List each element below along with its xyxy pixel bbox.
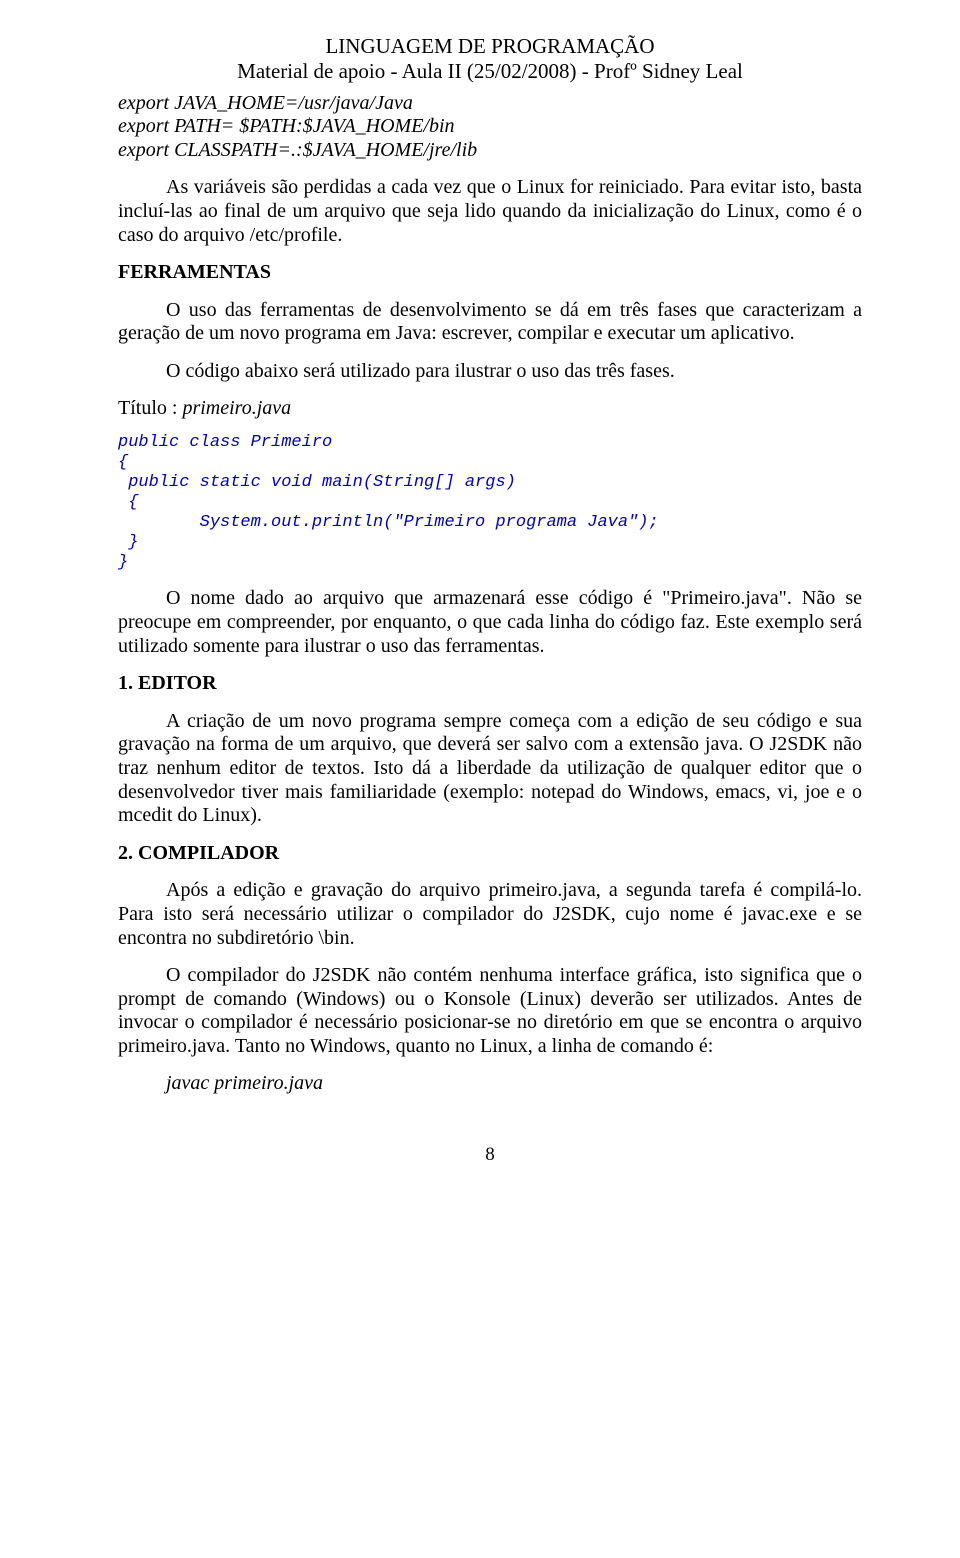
heading-editor: 1. EDITOR: [118, 672, 862, 696]
title-prefix: Título :: [118, 397, 182, 419]
code-line-4: {: [118, 493, 138, 512]
code-block: public class Primeiro { public static vo…: [118, 433, 862, 573]
paragraph-env: As variáveis são perdidas a cada vez que…: [118, 176, 862, 247]
code-line-7: }: [118, 553, 128, 572]
code-line-6: }: [118, 533, 138, 552]
env-line-2: export PATH= $PATH:$JAVA_HOME/bin: [118, 115, 862, 139]
code-line-2: {: [118, 453, 128, 472]
command-line: javac primeiro.java: [166, 1072, 862, 1096]
heading-compilador: 2. COMPILADOR: [118, 842, 862, 866]
env-line-3: export CLASSPATH=.:$JAVA_HOME/jre/lib: [118, 139, 862, 163]
paragraph-compilador-2: O compilador do J2SDK não contém nenhuma…: [118, 964, 862, 1058]
env-block: export JAVA_HOME=/usr/java/Java export P…: [118, 92, 862, 163]
document-header: LINGUAGEM DE PROGRAMAÇÃO Material de apo…: [118, 34, 862, 84]
code-line-1: public class Primeiro: [118, 433, 332, 452]
paragraph-editor: A criação de um novo programa sempre com…: [118, 710, 862, 828]
paragraph-ferramentas-2: O código abaixo será utilizado para ilus…: [118, 360, 862, 384]
header-title: LINGUAGEM DE PROGRAMAÇÃO: [118, 34, 862, 59]
heading-ferramentas: FERRAMENTAS: [118, 261, 862, 285]
code-title: Título : primeiro.java: [118, 397, 862, 421]
code-line-3: public static void main(String[] args): [118, 473, 516, 492]
paragraph-nome: O nome dado ao arquivo que armazenará es…: [118, 587, 862, 658]
env-line-1: export JAVA_HOME=/usr/java/Java: [118, 92, 862, 116]
paragraph-compilador-1: Após a edição e gravação do arquivo prim…: [118, 879, 862, 950]
page-number: 8: [118, 1144, 862, 1166]
document-page: LINGUAGEM DE PROGRAMAÇÃO Material de apo…: [0, 0, 960, 1186]
header-subtitle: Material de apoio - Aula II (25/02/2008)…: [118, 59, 862, 84]
title-filename: primeiro.java: [182, 397, 291, 419]
code-line-5: System.out.println("Primeiro programa Ja…: [118, 513, 659, 532]
paragraph-ferramentas-1: O uso das ferramentas de desenvolvimento…: [118, 299, 862, 346]
